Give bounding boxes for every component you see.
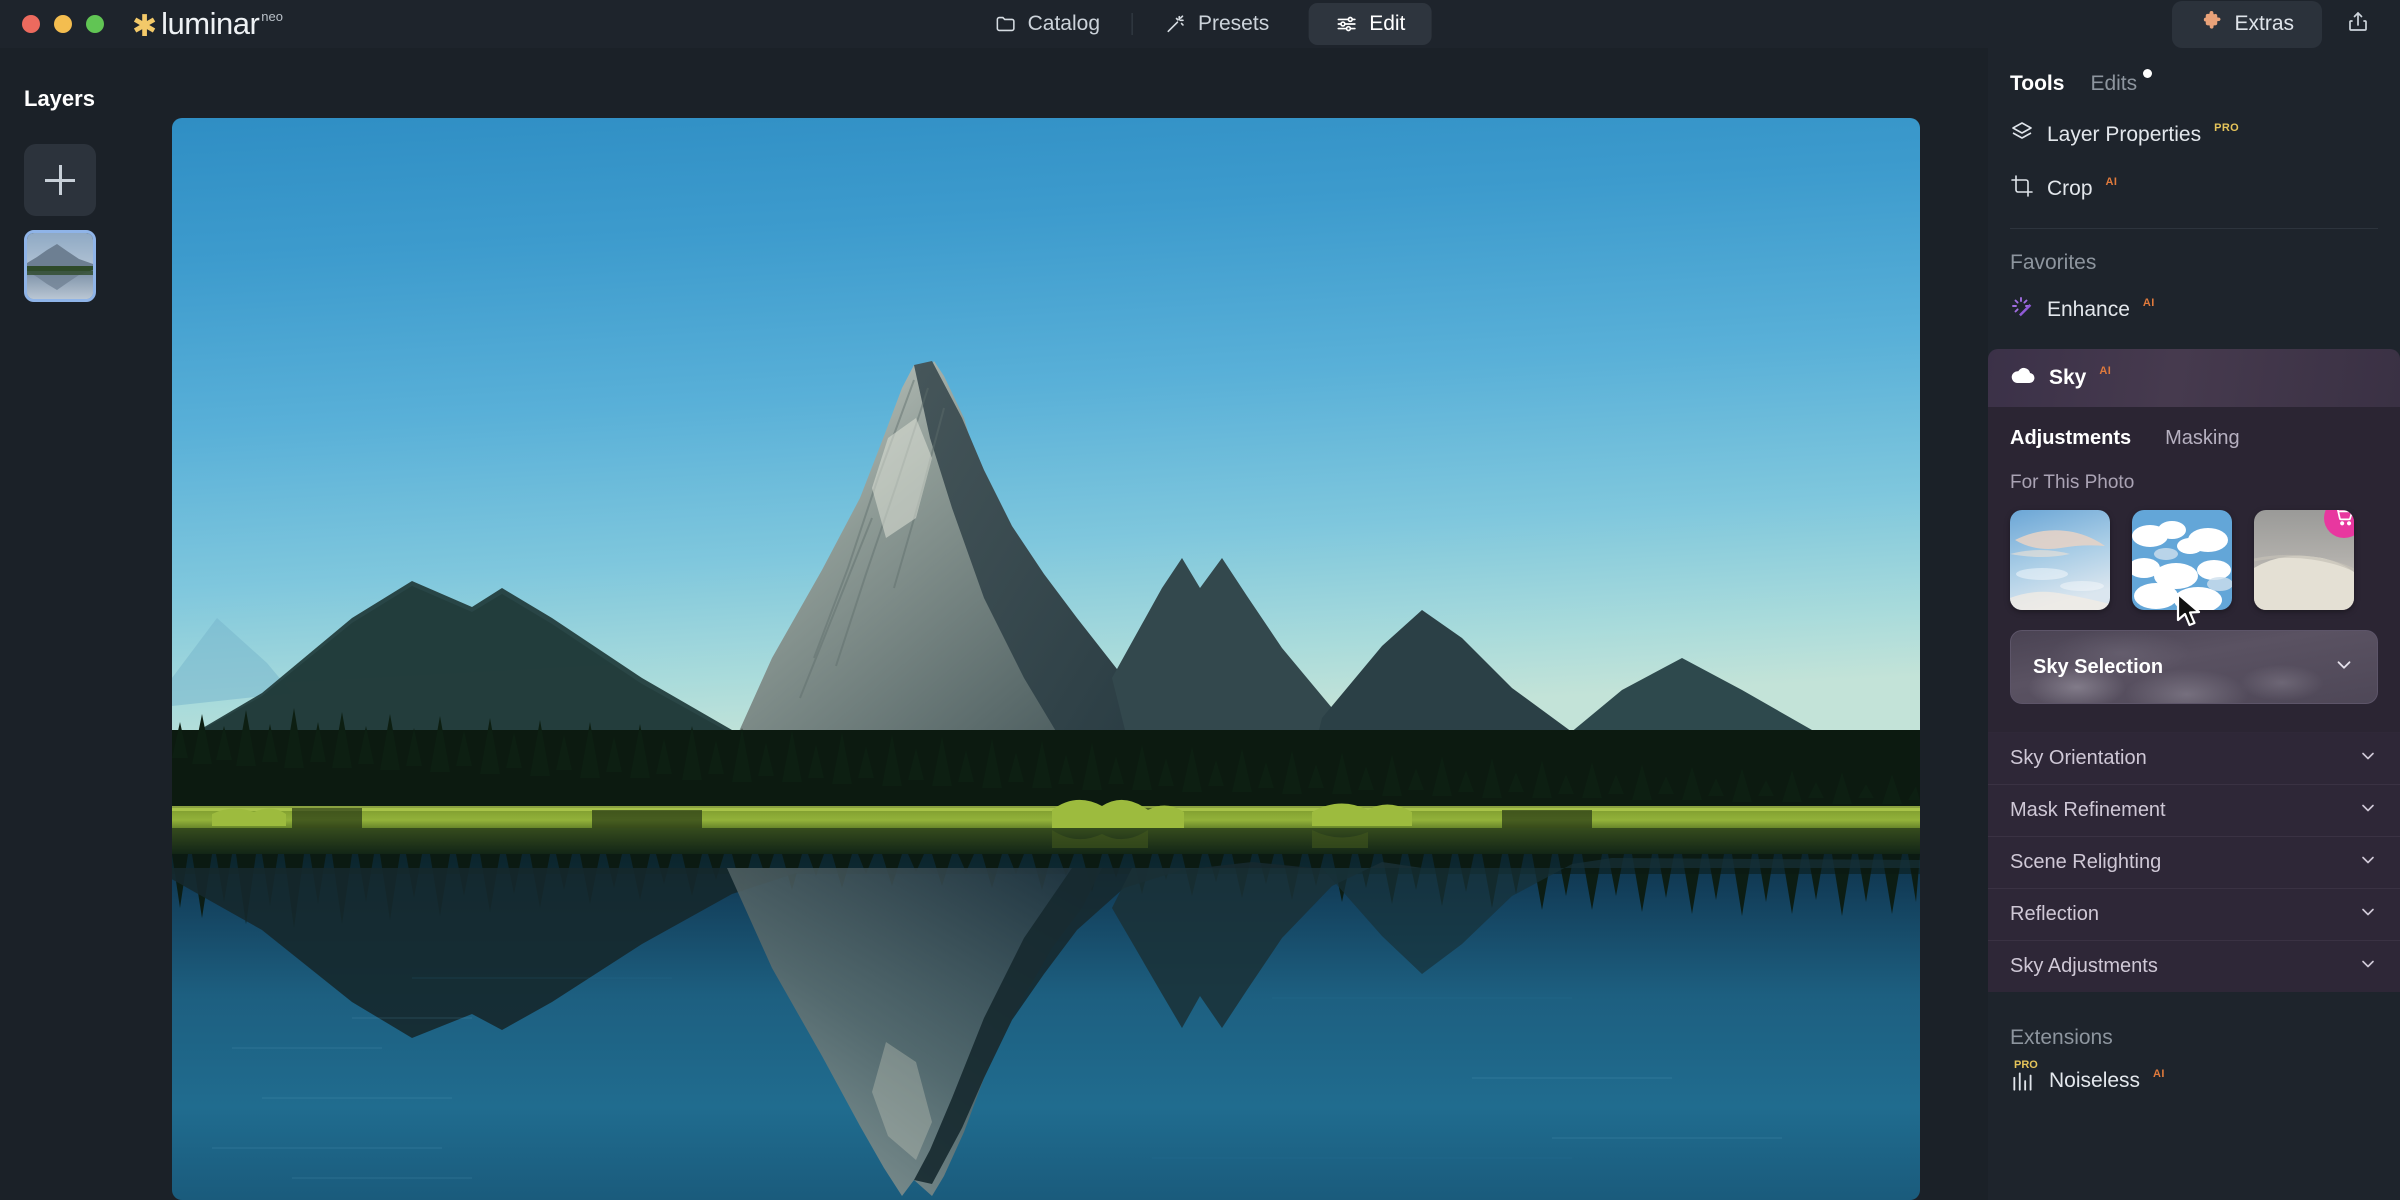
photo-canvas[interactable] — [172, 118, 1920, 1200]
chevron-down-icon — [2358, 954, 2378, 980]
nav-presets[interactable]: Presets — [1139, 3, 1295, 45]
layer-item-thumbnail[interactable] — [24, 230, 96, 302]
for-this-photo-label: For This Photo — [2010, 472, 2135, 493]
nav-catalog[interactable]: Catalog — [969, 3, 1126, 45]
tab-tools-label: Tools — [2010, 72, 2065, 95]
accordion-scene-relighting[interactable]: Scene Relighting — [1988, 836, 2400, 888]
sky-selection-label: Sky Selection — [2033, 655, 2164, 678]
window-traffic-lights — [22, 15, 104, 33]
foggy-sky-thumbnail[interactable] — [2254, 510, 2354, 610]
ai-badge: AI — [2105, 176, 2118, 188]
extras-button[interactable]: Extras — [2172, 0, 2322, 48]
pro-badge-noiseless: PRO — [2014, 1059, 2038, 1071]
accordion-sky-orientation-label: Sky Orientation — [2010, 747, 2147, 769]
brand-superscript: neo — [261, 9, 283, 24]
edits-notification-dot — [2143, 69, 2153, 78]
sky-preset-thumbnails — [1988, 494, 2400, 610]
title-bar: ✱ luminar neo Catalog Presets Edit Extra… — [0, 0, 2400, 48]
sky-subtabs: Adjustments Masking — [1988, 407, 2400, 450]
accordion-reflection-label: Reflection — [2010, 903, 2099, 925]
layers-icon — [2010, 120, 2034, 150]
chevron-down-icon — [2358, 902, 2378, 928]
chevron-down-icon — [2358, 850, 2378, 876]
share-button[interactable] — [2336, 4, 2380, 45]
top-navigation: Catalog Presets Edit — [969, 0, 1432, 48]
tool-crop-label: Crop — [2047, 177, 2093, 200]
nav-edit-label: Edit — [1369, 12, 1406, 35]
sliders-icon — [1334, 13, 1358, 35]
extras-label: Extras — [2234, 12, 2294, 35]
sky-tab-masking[interactable]: Masking — [2165, 427, 2239, 450]
noiseless-icon: PRO — [2010, 1059, 2038, 1094]
accordion-sky-adjustments-label: Sky Adjustments — [2010, 955, 2158, 977]
accordion-mask-refinement[interactable]: Mask Refinement — [1988, 784, 2400, 836]
chevron-down-icon — [2358, 746, 2378, 772]
share-icon — [2346, 10, 2370, 39]
nav-presets-label: Presets — [1198, 12, 1270, 35]
tab-edits-label: Edits — [2090, 72, 2138, 95]
favorites-section-title: Favorites — [2010, 251, 2097, 274]
puzzle-piece-icon — [2200, 10, 2223, 39]
sky-tab-adjustments-label: Adjustments — [2010, 427, 2132, 449]
minimize-window-button[interactable] — [54, 15, 72, 33]
sky-tool-title: Sky — [2049, 366, 2087, 389]
app-brand: ✱ luminar neo — [132, 6, 283, 42]
crop-icon — [2010, 174, 2034, 204]
extension-noiseless[interactable]: PRO Noiseless AI — [1988, 1050, 2400, 1094]
tools-panel: Tools Edits Layer Properties PRO Crop AI… — [1988, 48, 2400, 1200]
accordion-sky-adjustments[interactable]: Sky Adjustments — [1988, 940, 2400, 992]
nav-divider — [1132, 13, 1133, 35]
sky-tab-masking-label: Masking — [2165, 427, 2240, 449]
ai-badge-noiseless: AI — [2153, 1068, 2165, 1080]
sky-tool-body: Adjustments Masking For This Photo Sky S… — [1988, 407, 2400, 732]
nav-edit[interactable]: Edit — [1308, 3, 1432, 45]
ai-badge-enhance: AI — [2142, 297, 2155, 309]
cirrus-sky-thumbnail[interactable] — [2010, 510, 2110, 610]
tool-crop[interactable]: Crop AI — [1988, 162, 2400, 216]
ai-badge-sky: AI — [2099, 365, 2112, 377]
tool-enhance[interactable]: Enhance AI — [1988, 283, 2400, 337]
accordion-reflection[interactable]: Reflection — [1988, 888, 2400, 940]
luminar-neo-window: ✱ luminar neo Catalog Presets Edit Extra… — [0, 0, 2400, 1200]
accordion-sky-orientation[interactable]: Sky Orientation — [1988, 732, 2400, 784]
chevron-down-icon — [2333, 654, 2355, 681]
tab-edits[interactable]: Edits — [2090, 69, 2153, 96]
tab-tools[interactable]: Tools — [2010, 72, 2064, 96]
sky-selection-wrapper: Sky Selection — [1988, 610, 2400, 726]
nav-catalog-label: Catalog — [1027, 12, 1100, 35]
sky-tool-header[interactable]: Sky AI — [1988, 349, 2400, 407]
layers-panel: Layers — [0, 48, 172, 1200]
tool-enhance-label: Enhance — [2047, 298, 2130, 321]
pro-badge: PRO — [2214, 122, 2240, 134]
tools-panel-tabs: Tools Edits — [1988, 48, 2400, 96]
layers-panel-title: Layers — [24, 86, 95, 111]
sky-tab-adjustments[interactable]: Adjustments — [2010, 427, 2131, 450]
close-window-button[interactable] — [22, 15, 40, 33]
sky-selection-dropdown[interactable]: Sky Selection — [2010, 630, 2378, 704]
chevron-down-icon — [2358, 798, 2378, 824]
folder-icon — [995, 13, 1017, 35]
magic-wand-icon — [1165, 13, 1187, 35]
tool-layer-properties[interactable]: Layer Properties PRO — [1988, 108, 2400, 162]
cumulus-sky-thumbnail[interactable] — [2132, 510, 2232, 610]
cart-icon — [2333, 510, 2354, 532]
extensions-section-title: Extensions — [2010, 1026, 2113, 1049]
cloud-icon — [2010, 365, 2036, 391]
zoom-window-button[interactable] — [86, 15, 104, 33]
accordion-mask-refinement-label: Mask Refinement — [2010, 799, 2166, 821]
sky-tool-card: Sky AI Adjustments Masking For This Phot… — [1988, 349, 2400, 992]
top-right-actions: Extras — [2172, 0, 2380, 48]
accordion-scene-relighting-label: Scene Relighting — [2010, 851, 2162, 873]
add-layer-button[interactable] — [24, 144, 96, 216]
extension-noiseless-label: Noiseless — [2049, 1069, 2141, 1092]
sparkle-icon — [2010, 295, 2034, 325]
star-burst-icon: ✱ — [132, 10, 158, 43]
tool-layer-properties-label: Layer Properties — [2047, 123, 2202, 146]
mountain-lake-reflection-photo — [172, 118, 1920, 1200]
brand-name: luminar — [161, 6, 260, 41]
